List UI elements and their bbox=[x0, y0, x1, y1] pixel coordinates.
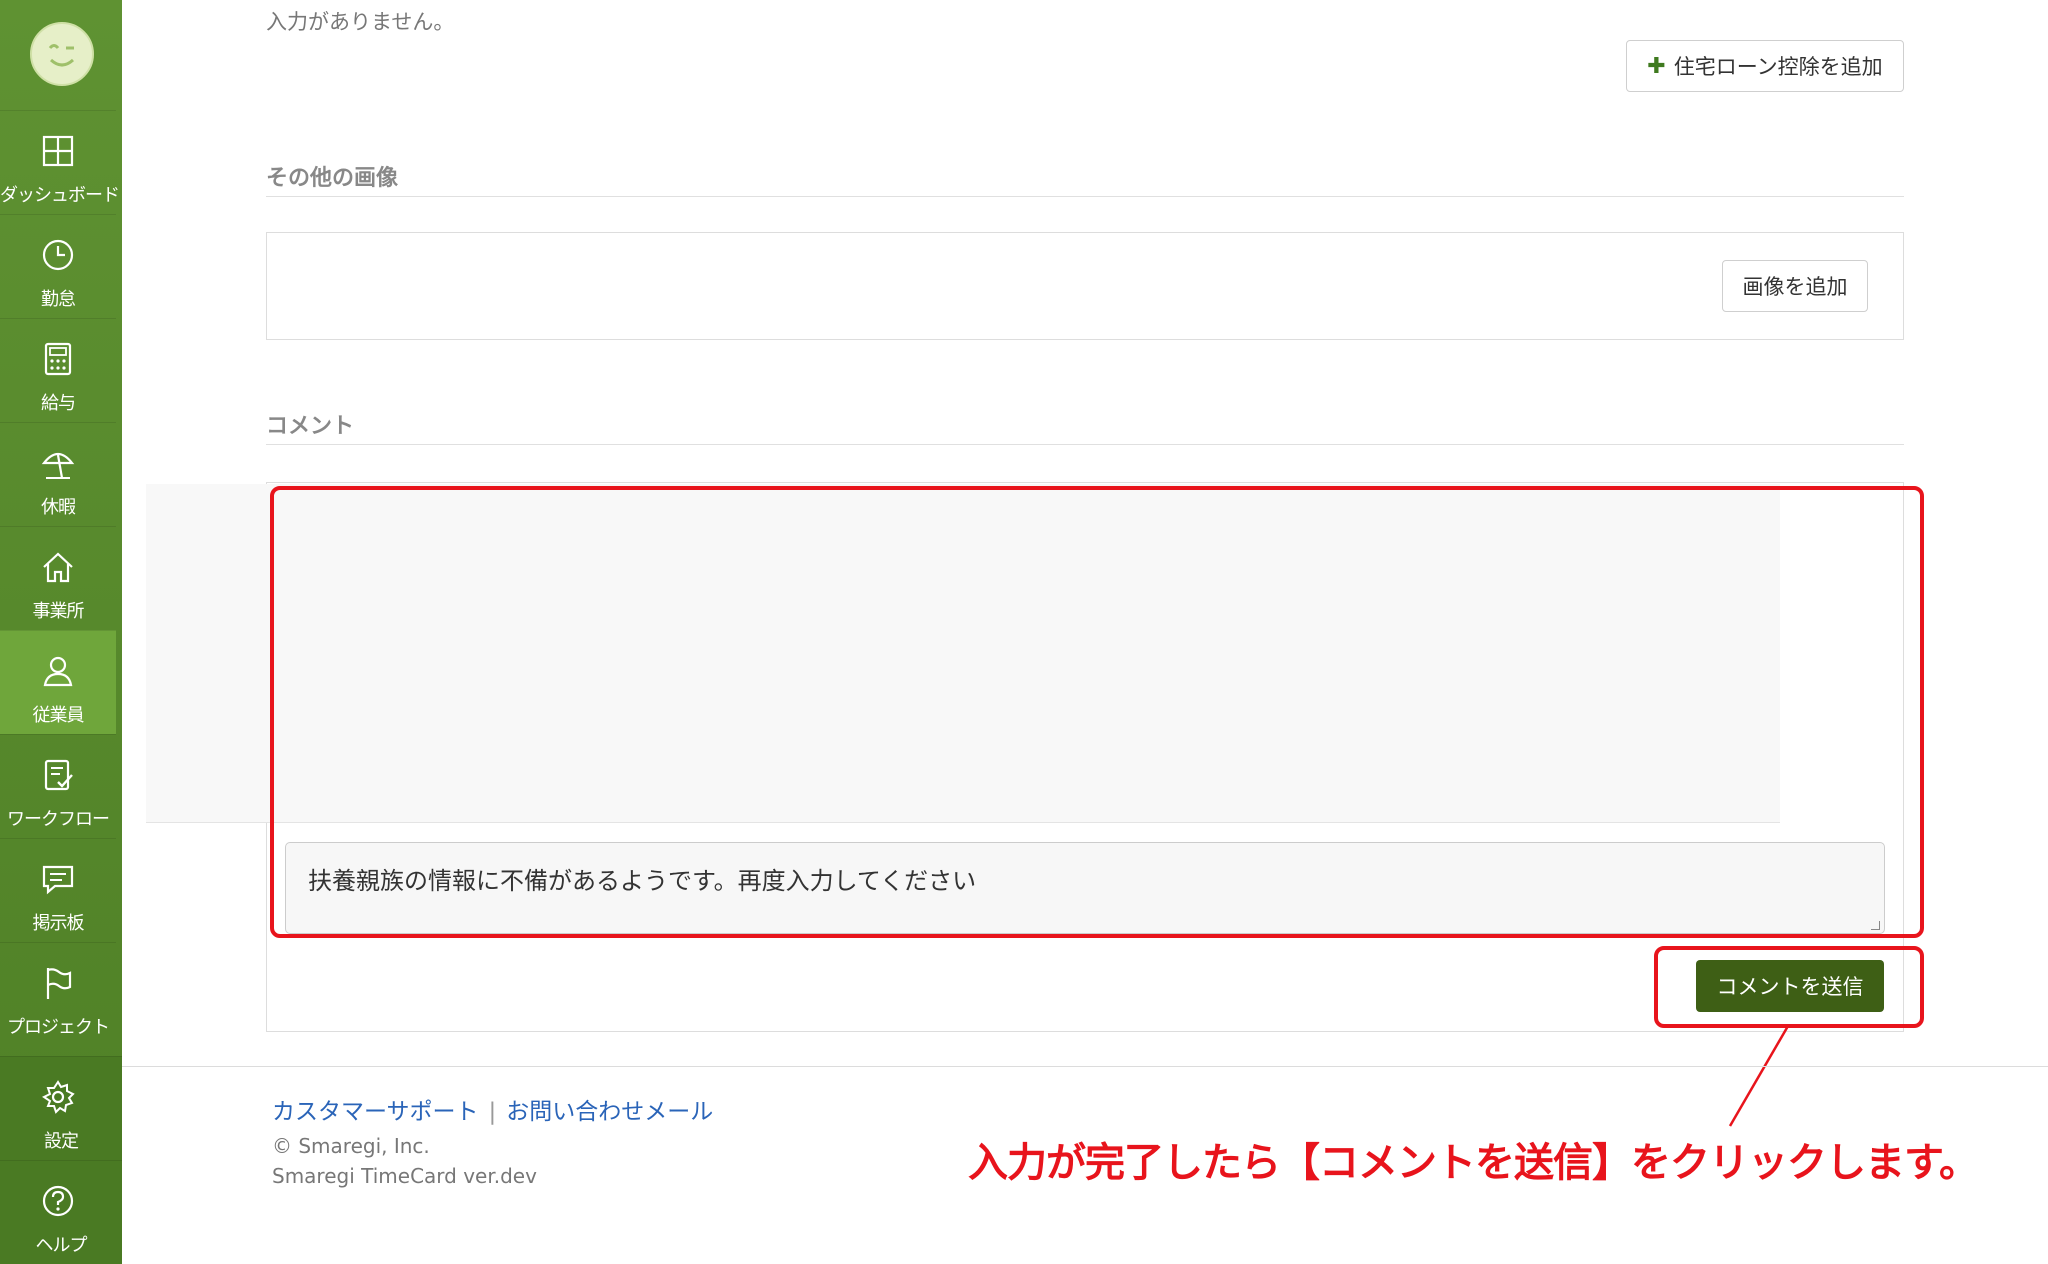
calculator-icon bbox=[44, 342, 72, 376]
sidebar: ダッシュボード 勤怠 給与 休暇 事業所 従業員 ワークフロー 掲示板 プロジェ… bbox=[0, 0, 122, 1264]
sidebar-item-project[interactable]: プロジェクト bbox=[0, 942, 116, 1046]
sidebar-item-label: プロジェクト bbox=[7, 1017, 110, 1038]
annotation-callout: 入力が完了したら【コメントを送信】をクリックします。 bbox=[968, 1140, 1979, 1186]
sidebar-item-employees[interactable]: 従業員 bbox=[0, 630, 116, 734]
version-text: Smaregi TimeCard ver.dev bbox=[272, 1164, 537, 1188]
section-title-other-images: その他の画像 bbox=[266, 166, 399, 191]
add-housing-loan-label: 住宅ローン控除を追加 bbox=[1673, 55, 1883, 79]
add-image-label: 画像を追加 bbox=[1742, 275, 1848, 299]
divider bbox=[266, 196, 1904, 197]
section-title-comment: コメント bbox=[266, 414, 355, 439]
checklist-icon bbox=[44, 759, 73, 791]
home-icon bbox=[43, 552, 73, 583]
footer-links: カスタマーサポート | お問い合わせメール bbox=[272, 1092, 713, 1126]
sidebar-item-dashboard[interactable]: ダッシュボード bbox=[0, 110, 120, 214]
customer-support-link[interactable]: カスタマーサポート bbox=[272, 1099, 479, 1125]
sidebar-item-label: 従業員 bbox=[32, 705, 85, 726]
sidebar-item-label: 掲示板 bbox=[32, 913, 85, 934]
chat-icon bbox=[42, 865, 74, 895]
clock-icon bbox=[42, 239, 74, 271]
contact-mail-link[interactable]: お問い合わせメール bbox=[506, 1099, 713, 1125]
person-icon bbox=[43, 656, 73, 687]
plus-icon: ✚ bbox=[1647, 53, 1666, 79]
copyright-text: © Smaregi, Inc. bbox=[272, 1134, 430, 1158]
callout-pointer-line bbox=[1728, 1025, 1790, 1127]
parasol-icon bbox=[41, 452, 75, 479]
other-images-panel bbox=[266, 232, 1904, 340]
sidebar-item-workflow[interactable]: ワークフロー bbox=[0, 734, 116, 838]
highlight-comment-input bbox=[270, 486, 1924, 938]
sidebar-item-board[interactable]: 掲示板 bbox=[0, 838, 116, 942]
divider bbox=[266, 444, 1904, 445]
dashboard-icon bbox=[42, 135, 74, 167]
sidebar-item-label: ヘルプ bbox=[35, 1235, 88, 1256]
sidebar-item-help[interactable]: ヘルプ bbox=[0, 1160, 122, 1264]
sidebar-item-label: 事業所 bbox=[32, 601, 85, 622]
sidebar-item-payroll[interactable]: 給与 bbox=[0, 318, 116, 422]
flag-icon bbox=[46, 968, 72, 999]
app-logo-icon[interactable] bbox=[30, 22, 94, 86]
help-icon bbox=[42, 1185, 74, 1217]
sidebar-item-label: 勤怠 bbox=[41, 289, 76, 310]
sidebar-item-settings[interactable]: 設定 bbox=[0, 1056, 122, 1160]
sidebar-item-office[interactable]: 事業所 bbox=[0, 526, 116, 630]
sidebar-item-vacation[interactable]: 休暇 bbox=[0, 422, 116, 526]
sidebar-item-label: ワークフロー bbox=[7, 809, 110, 830]
sidebar-item-attendance[interactable]: 勤怠 bbox=[0, 214, 116, 318]
footer-divider bbox=[122, 1066, 2048, 1067]
highlight-send-button bbox=[1654, 946, 1924, 1028]
gear-icon bbox=[42, 1080, 75, 1114]
add-image-button[interactable]: 画像を追加 bbox=[1722, 260, 1868, 312]
sidebar-item-label: 給与 bbox=[41, 393, 76, 414]
link-separator: | bbox=[488, 1099, 497, 1125]
sidebar-item-label: 休暇 bbox=[41, 497, 76, 518]
empty-state-text: 入力がありません。 bbox=[266, 10, 455, 34]
add-housing-loan-button[interactable]: ✚ 住宅ローン控除を追加 bbox=[1626, 40, 1904, 92]
sidebar-item-label: ダッシュボード bbox=[0, 185, 120, 206]
sidebar-item-label: 設定 bbox=[44, 1131, 79, 1152]
